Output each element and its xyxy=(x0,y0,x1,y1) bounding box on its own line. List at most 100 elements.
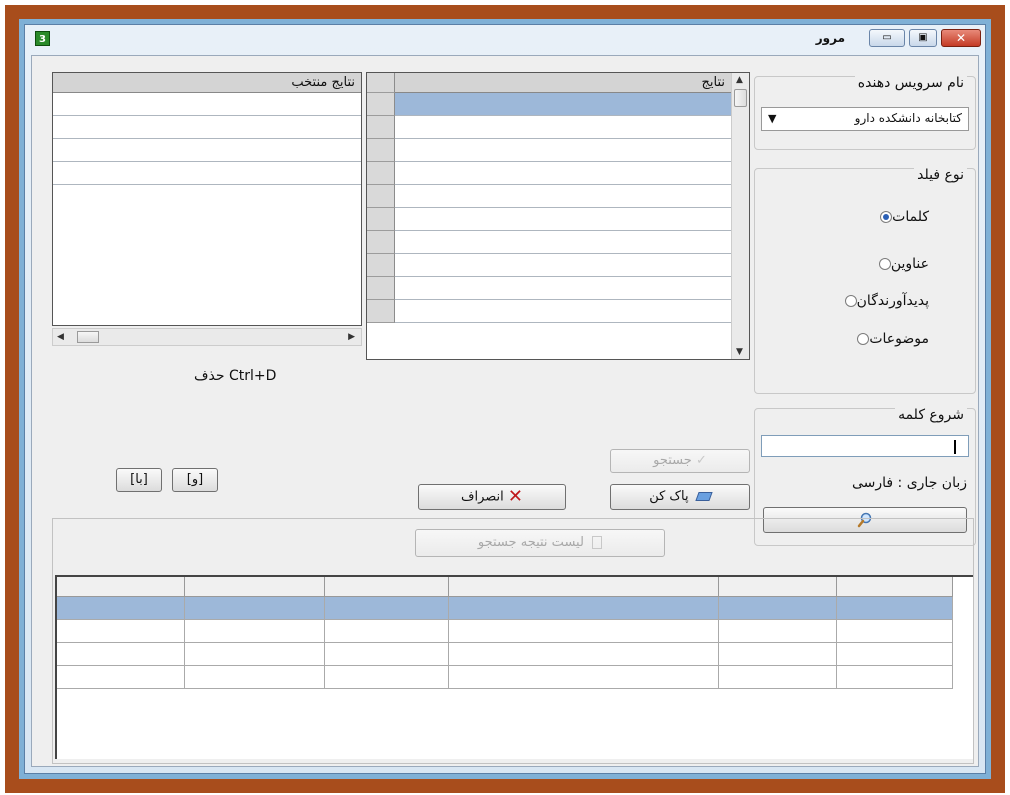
row-header[interactable] xyxy=(367,162,395,185)
table-row[interactable] xyxy=(395,162,731,185)
table-cell[interactable] xyxy=(719,597,837,620)
table-cell[interactable] xyxy=(57,666,185,689)
result-table[interactable] xyxy=(55,575,973,759)
table-cell[interactable] xyxy=(325,666,449,689)
radio-subjects[interactable]: موضوعات xyxy=(851,331,929,351)
and-button[interactable]: [و] xyxy=(172,468,218,492)
radio-unchecked-icon xyxy=(844,295,857,307)
service-select[interactable]: کتابخانه دانشکده دارو ▼ xyxy=(761,107,969,131)
column-header[interactable] xyxy=(719,577,837,597)
table-cell[interactable] xyxy=(837,620,953,643)
current-language-label: زبان جاری : فارسی xyxy=(851,475,967,491)
table-cell[interactable] xyxy=(325,643,449,666)
column-header[interactable] xyxy=(325,577,449,597)
maximize-button[interactable]: ▣ xyxy=(909,29,937,47)
table-row[interactable] xyxy=(395,231,731,254)
service-selected-value: کتابخانه دانشکده دارو xyxy=(854,111,962,125)
table-cell[interactable] xyxy=(185,643,325,666)
minimize-icon: ▭ xyxy=(882,32,892,43)
selected-results-header: نتایج منتخب xyxy=(53,73,361,93)
table-cell[interactable] xyxy=(837,643,953,666)
column-header[interactable] xyxy=(185,577,325,597)
radio-unchecked-icon xyxy=(878,258,891,270)
browse-window: 3 مرور ▭ ▣ ✕ نام سرویس دهنده کتابخانه دا… xyxy=(24,24,986,774)
table-cell[interactable] xyxy=(449,597,719,620)
search-button-label: جستجو xyxy=(653,453,692,468)
result-list-label: لیست نتیجه جستجو xyxy=(477,535,584,550)
table-cell[interactable] xyxy=(325,597,449,620)
table-cell[interactable] xyxy=(57,620,185,643)
column-header[interactable] xyxy=(57,577,185,597)
table-cell[interactable] xyxy=(57,643,185,666)
selected-results-grid[interactable]: نتایج منتخب xyxy=(52,72,362,326)
word-start-input[interactable] xyxy=(761,435,969,457)
title-bar[interactable]: 3 مرور ▭ ▣ ✕ xyxy=(25,25,985,53)
service-group-title: نام سرویس دهنده xyxy=(854,75,967,91)
radio-label: پدیدآورندگان xyxy=(856,293,929,309)
table-row[interactable] xyxy=(395,185,731,208)
table-cell[interactable] xyxy=(837,597,953,620)
column-header[interactable] xyxy=(837,577,953,597)
list-item[interactable] xyxy=(53,162,361,185)
table-cell[interactable] xyxy=(185,597,325,620)
list-item[interactable] xyxy=(53,116,361,139)
row-header[interactable] xyxy=(367,254,395,277)
results-vscroll[interactable]: ▲ ▼ xyxy=(731,73,749,359)
table-cell[interactable] xyxy=(719,666,837,689)
table-cell[interactable] xyxy=(449,666,719,689)
cancel-button[interactable]: ✕ انصراف xyxy=(418,484,566,510)
row-header[interactable] xyxy=(367,277,395,300)
search-button[interactable]: ✓ جستجو xyxy=(610,449,750,473)
radio-label: عناوین xyxy=(890,256,929,272)
row-header[interactable] xyxy=(367,116,395,139)
close-icon: ✕ xyxy=(955,31,967,45)
table-row[interactable] xyxy=(395,139,731,162)
with-button[interactable]: [با] xyxy=(116,468,162,492)
minimize-button[interactable]: ▭ xyxy=(869,29,905,47)
results-header: نتایج xyxy=(395,73,731,93)
delete-hint: حذف Ctrl+D xyxy=(194,368,277,384)
radio-words[interactable]: کلمات xyxy=(874,209,929,229)
table-row[interactable] xyxy=(395,300,731,323)
clear-button[interactable]: پاک کن xyxy=(610,484,750,510)
table-row[interactable] xyxy=(395,254,731,277)
table-cell[interactable] xyxy=(449,643,719,666)
list-item[interactable] xyxy=(53,93,361,116)
table-row[interactable] xyxy=(395,208,731,231)
list-item[interactable] xyxy=(53,139,361,162)
app-icon: 3 xyxy=(35,31,50,46)
table-row[interactable] xyxy=(395,116,731,139)
table-cell[interactable] xyxy=(185,666,325,689)
table-cell[interactable] xyxy=(57,597,185,620)
row-header[interactable] xyxy=(367,139,395,162)
radio-titles[interactable]: عناوین xyxy=(873,256,929,276)
row-header[interactable] xyxy=(367,208,395,231)
radio-authors[interactable]: پدیدآورندگان xyxy=(839,293,929,313)
document-icon xyxy=(592,536,603,549)
table-row[interactable] xyxy=(395,277,731,300)
table-cell[interactable] xyxy=(325,620,449,643)
table-row[interactable] xyxy=(395,93,731,116)
result-list-button[interactable]: لیست نتیجه جستجو xyxy=(415,529,665,557)
close-button[interactable]: ✕ xyxy=(941,29,981,47)
hscroll-thumb[interactable] xyxy=(77,331,99,343)
results-grid[interactable]: نتایج ▲ ▼ xyxy=(366,72,750,360)
table-cell[interactable] xyxy=(185,620,325,643)
row-header[interactable] xyxy=(367,300,395,323)
maximize-icon: ▣ xyxy=(918,32,928,43)
arrow-right-icon: ▶ xyxy=(348,332,355,342)
vscroll-thumb[interactable] xyxy=(734,89,747,107)
client-area: نام سرویس دهنده کتابخانه دانشکده دارو ▼ … xyxy=(31,55,979,767)
clear-button-label: پاک کن xyxy=(649,489,689,504)
selected-hscroll[interactable]: ◀ ▶ xyxy=(52,328,362,346)
table-cell[interactable] xyxy=(449,620,719,643)
column-header[interactable] xyxy=(449,577,719,597)
row-header[interactable] xyxy=(367,185,395,208)
row-header[interactable] xyxy=(367,93,395,116)
cancel-x-icon: ✕ xyxy=(507,486,523,507)
table-cell[interactable] xyxy=(719,620,837,643)
table-cell[interactable] xyxy=(837,666,953,689)
table-cell[interactable] xyxy=(719,643,837,666)
row-header[interactable] xyxy=(367,231,395,254)
arrow-down-icon: ▼ xyxy=(736,347,743,357)
